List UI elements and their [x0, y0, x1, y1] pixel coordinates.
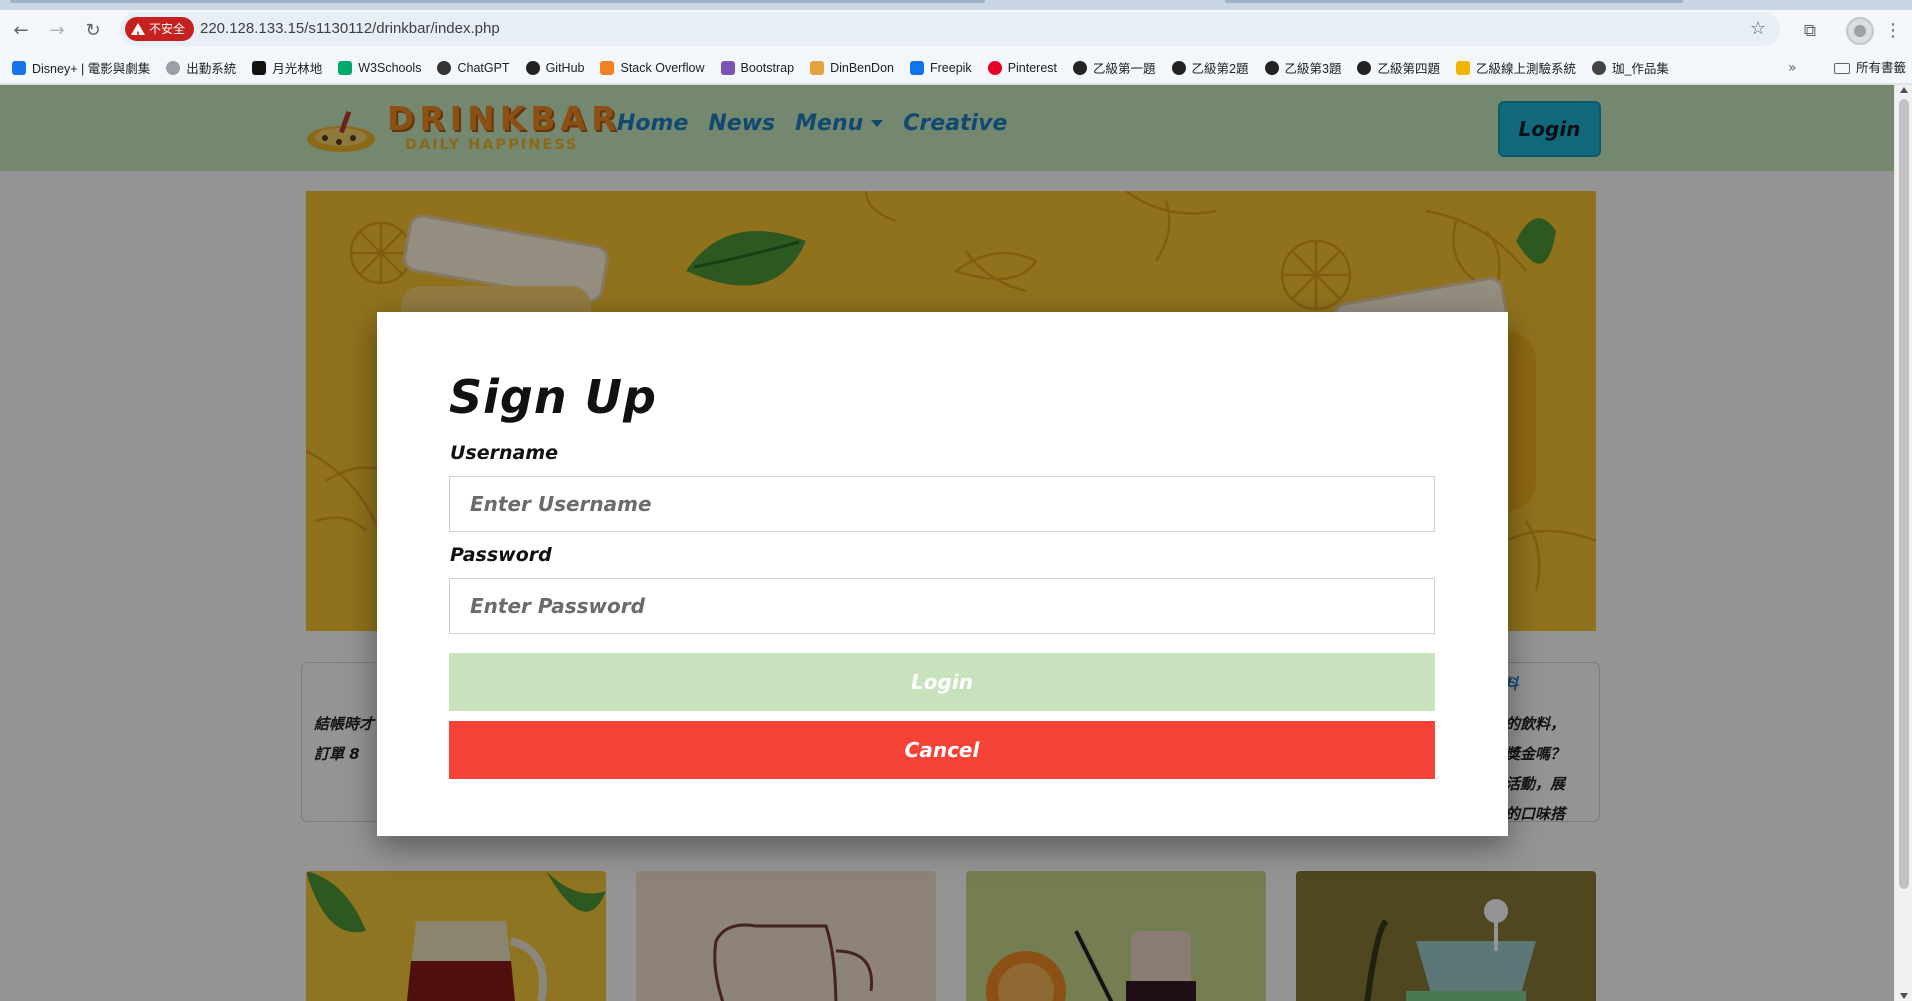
- bookmark-label: 乙級線上測驗系統: [1475, 62, 1576, 76]
- modal-title: Sign Up: [449, 370, 657, 424]
- bookmark-item[interactable]: DinBenDon: [810, 60, 894, 75]
- bookmark-item[interactable]: Stack Overflow: [600, 60, 705, 75]
- bookmarks-overflow-icon[interactable]: »: [1788, 52, 1797, 84]
- pinterest-icon: [987, 60, 1002, 75]
- freepik-icon: [910, 60, 924, 75]
- exam-icon: [1455, 60, 1470, 75]
- bookmark-label: Pinterest: [1007, 60, 1058, 75]
- all-bookmarks-label: 所有書籤: [1856, 61, 1907, 75]
- github-icon: [525, 60, 540, 75]
- bookmark-label: 乙級第四題: [1377, 62, 1440, 76]
- browser-toolbar: ← → ↻ 不安全 220.128.133.15/s1130112/drinkb…: [0, 10, 1912, 52]
- disney-icon: [12, 60, 26, 75]
- username-input[interactable]: [449, 476, 1435, 532]
- bookmark-item[interactable]: 乙級第2題: [1171, 58, 1249, 77]
- bookmark-label: Stack Overflow: [620, 60, 705, 75]
- bookmark-item[interactable]: Freepik: [910, 60, 972, 75]
- tab-indicator: [10, 0, 985, 3]
- chatgpt-icon: [437, 60, 452, 75]
- bookmark-item[interactable]: 乙級第3題: [1264, 58, 1342, 77]
- address-bar[interactable]: 不安全 220.128.133.15/s1130112/drinkbar/ind…: [120, 12, 1780, 48]
- bookmark-item[interactable]: 乙級第四題: [1357, 58, 1440, 77]
- bookmark-item[interactable]: 珈_作品集: [1591, 58, 1669, 77]
- bookmark-item[interactable]: Bootstrap: [720, 60, 795, 75]
- github-icon: [1357, 60, 1372, 75]
- back-icon[interactable]: ←: [8, 18, 34, 44]
- bookmark-label: 乙級第3題: [1284, 62, 1342, 76]
- folder-icon: [1834, 62, 1850, 74]
- bookmark-item[interactable]: 出勤系統: [166, 58, 236, 77]
- modal-login-button[interactable]: Login: [449, 653, 1435, 711]
- github-icon: [1264, 60, 1279, 75]
- bookmark-item[interactable]: Disney+ | 電影與劇集: [12, 58, 150, 77]
- extensions-icon[interactable]: ⧉: [1798, 19, 1822, 43]
- dinbendon-icon: [810, 60, 825, 75]
- bookmark-label: 乙級第2題: [1191, 62, 1249, 76]
- bookmark-item[interactable]: W3Schools: [338, 60, 422, 75]
- scroll-down-icon[interactable]: [1900, 993, 1908, 999]
- bookmark-label: Freepik: [930, 60, 972, 75]
- github-icon: [1171, 60, 1186, 75]
- profile-avatar[interactable]: [1846, 17, 1874, 45]
- bookmark-item[interactable]: Pinterest: [987, 60, 1058, 75]
- scrollbar-thumb[interactable]: [1899, 99, 1909, 889]
- bookmark-star-icon[interactable]: ☆: [1750, 12, 1766, 46]
- bookmark-item[interactable]: 乙級第一題: [1073, 58, 1156, 77]
- security-badge[interactable]: 不安全: [125, 17, 195, 48]
- password-label: Password: [450, 544, 552, 566]
- bookmark-item[interactable]: ChatGPT: [437, 60, 510, 75]
- tab-indicator: [1225, 0, 1683, 3]
- globe-icon: [166, 60, 181, 75]
- all-bookmarks-button[interactable]: 所有書籤: [1834, 52, 1906, 84]
- forward-icon[interactable]: →: [44, 18, 70, 44]
- more-menu-icon[interactable]: ⋮: [1884, 19, 1902, 43]
- modal-cancel-button[interactable]: Cancel: [449, 721, 1435, 779]
- security-label: 不安全: [149, 22, 186, 36]
- bookmark-label: 珈_作品集: [1611, 62, 1669, 76]
- reload-icon[interactable]: ↻: [80, 18, 106, 44]
- github-icon: [1073, 60, 1088, 75]
- bookmarks-bar: Disney+ | 電影與劇集 出勤系統 月光林地 W3Schools ChatGPT G…: [0, 52, 1912, 84]
- w3schools-icon: [338, 60, 353, 75]
- username-label: Username: [450, 442, 559, 464]
- bookmark-label: Disney+ | 電影與劇集: [32, 62, 151, 76]
- warning-icon: [131, 23, 145, 48]
- bookmark-item[interactable]: GitHub: [525, 60, 585, 75]
- bookmark-item[interactable]: 乙級線上測驗系統: [1455, 58, 1576, 77]
- bookmark-label: Bootstrap: [740, 60, 795, 75]
- bookmark-item[interactable]: 月光林地: [252, 58, 322, 77]
- bookmark-label: DinBenDon: [830, 60, 894, 75]
- bookmark-label: 出勤系統: [186, 62, 237, 76]
- tab-strip: [0, 0, 1912, 10]
- globe-icon: [1591, 60, 1606, 75]
- bookmark-label: 月光林地: [272, 62, 323, 76]
- bookmark-label: GitHub: [545, 60, 585, 75]
- stackoverflow-icon: [600, 60, 615, 75]
- scroll-up-icon[interactable]: [1900, 87, 1908, 93]
- bookmark-label: ChatGPT: [457, 60, 510, 75]
- bookmark-label: W3Schools: [358, 60, 422, 75]
- signup-modal: Sign Up Username Password Login Cancel: [377, 312, 1508, 836]
- bookmark-label: 乙級第一題: [1093, 62, 1156, 76]
- bootstrap-icon: [720, 60, 735, 75]
- password-input[interactable]: [449, 578, 1435, 634]
- notion-icon: [252, 60, 267, 75]
- page-scrollbar[interactable]: [1894, 85, 1912, 1001]
- url-text[interactable]: 220.128.133.15/s1130112/drinkbar/index.p…: [200, 12, 500, 46]
